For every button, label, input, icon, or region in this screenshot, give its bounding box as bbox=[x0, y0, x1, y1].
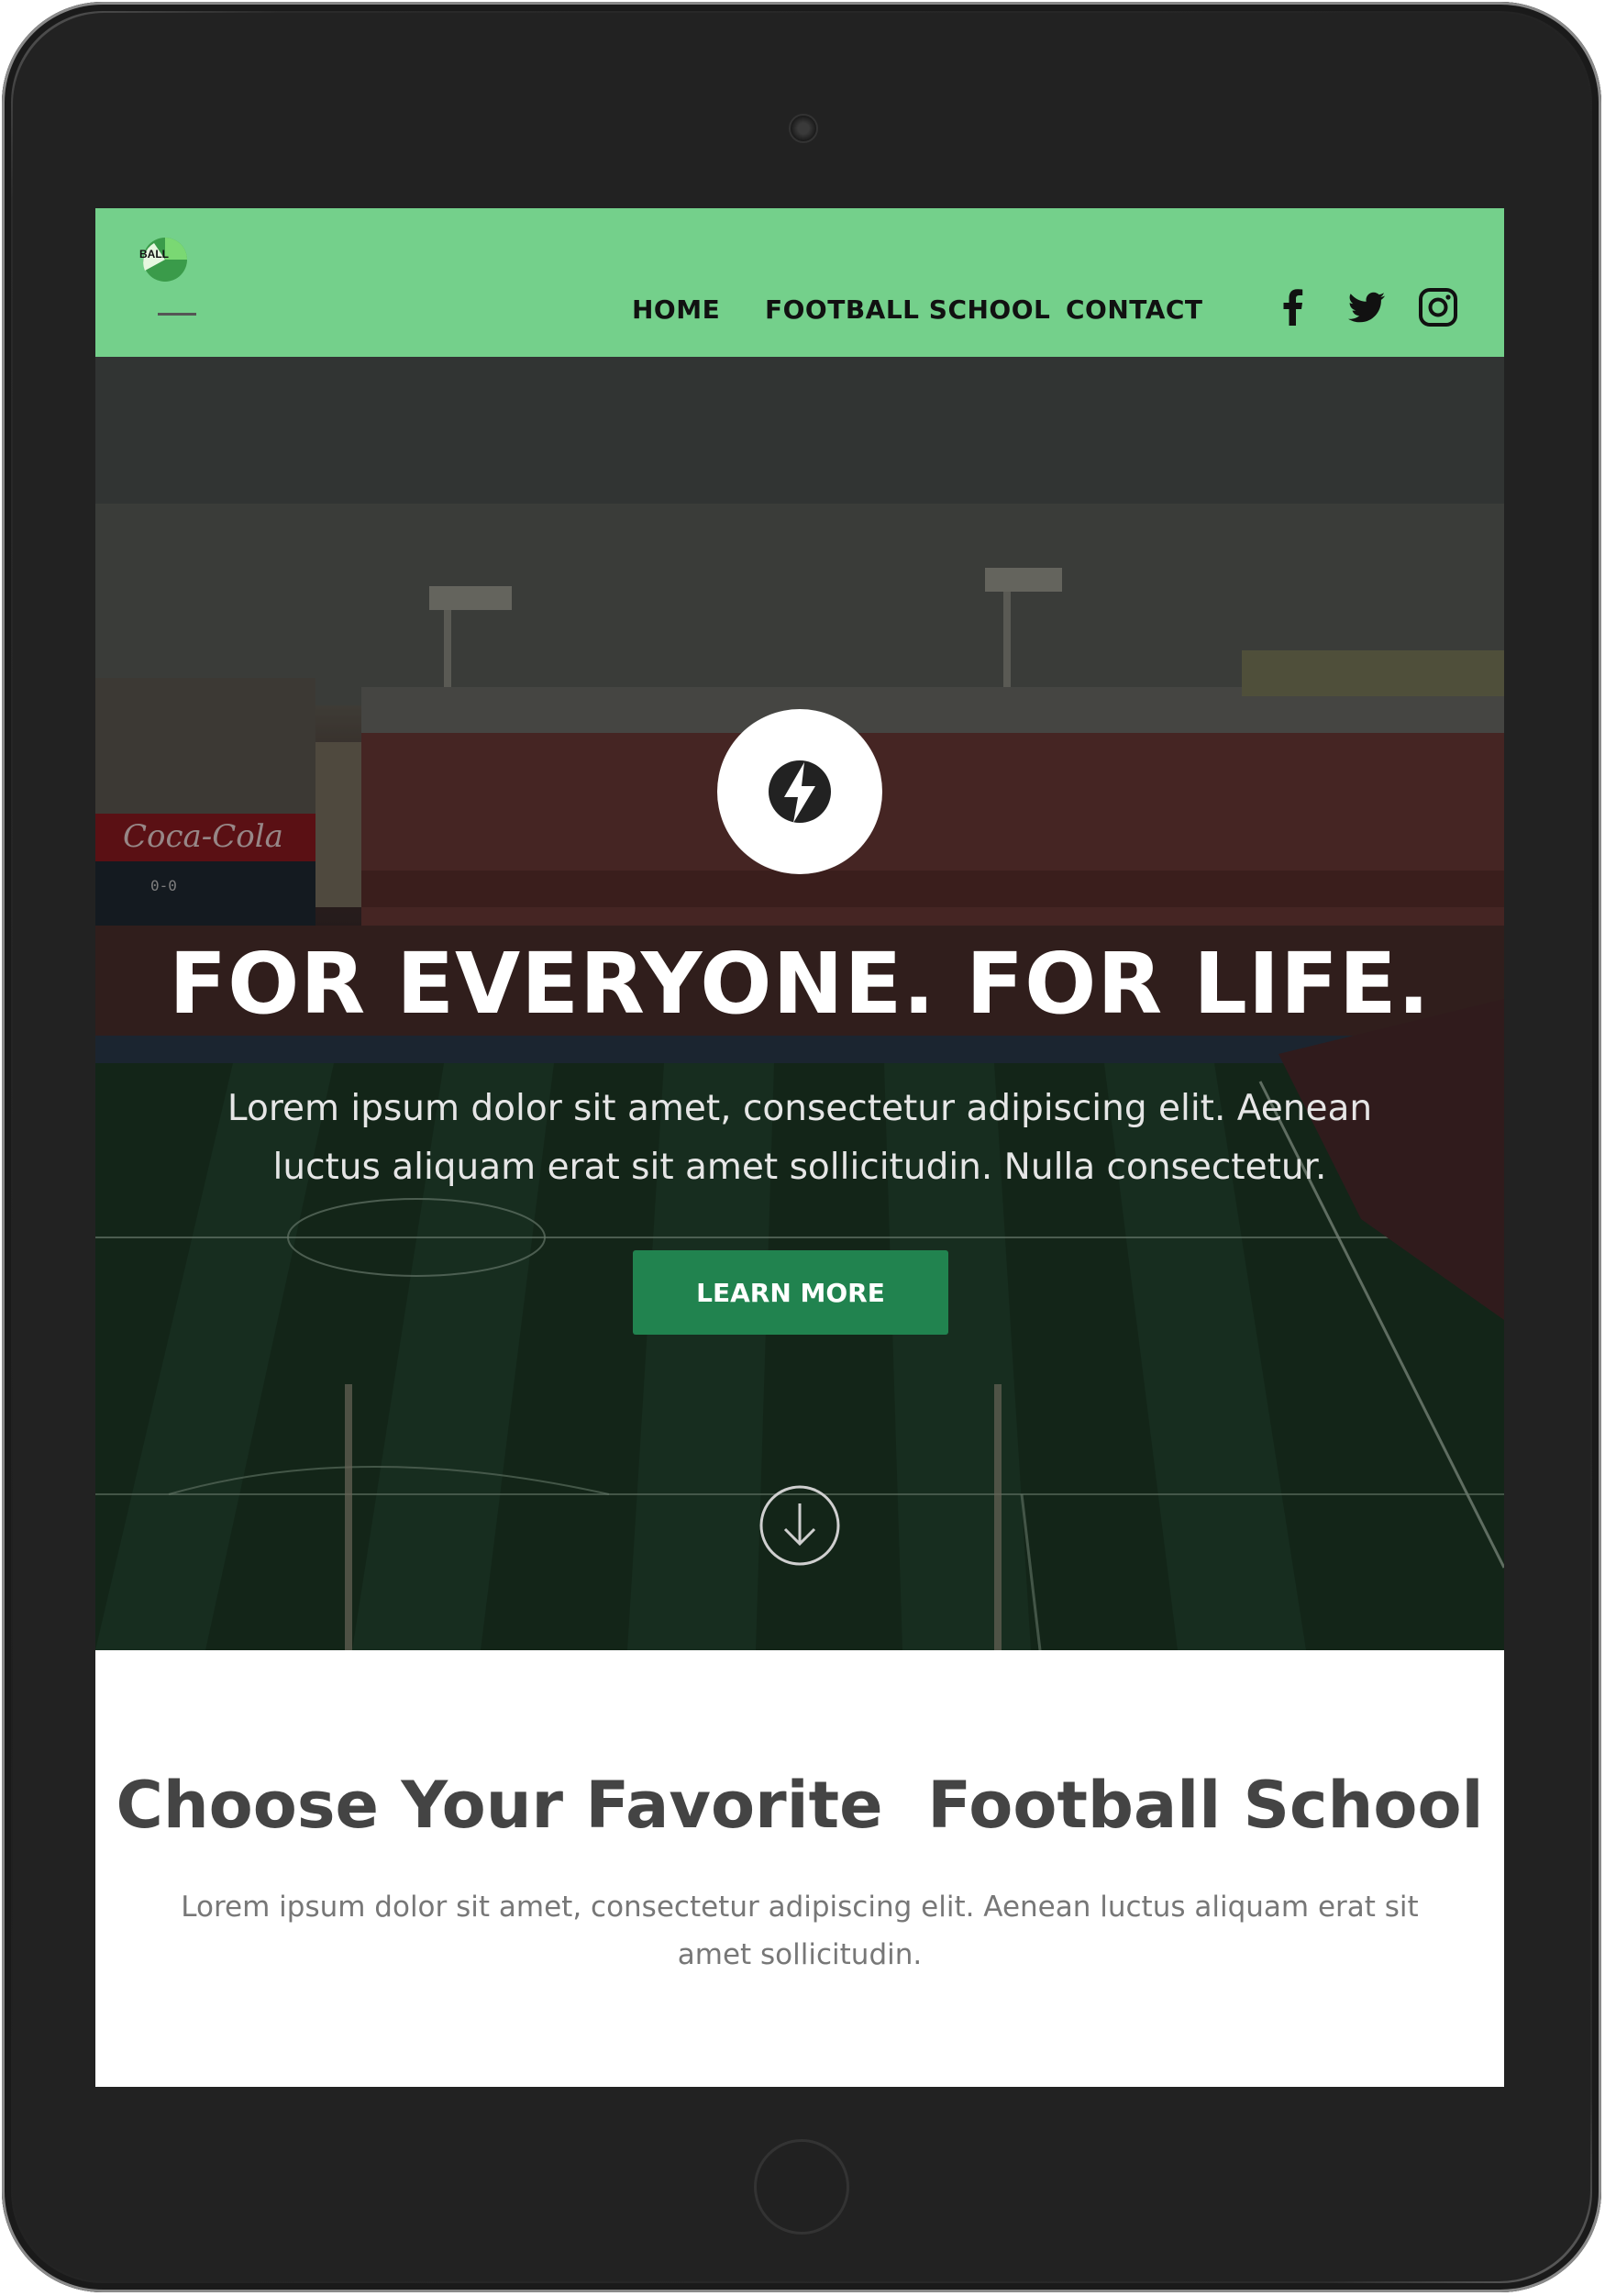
section-subtitle: Lorem ipsum dolor sit amet, consectetur … bbox=[181, 1891, 1419, 1971]
hero-section: Coca-Cola 0-0 FOR EVERYONE. FOR LIFE. Lo… bbox=[95, 357, 1504, 1650]
hero-title: FOR EVERYONE. FOR LIFE. bbox=[169, 935, 1431, 1033]
nav-home[interactable]: HOME bbox=[632, 294, 720, 325]
twitter-icon[interactable] bbox=[1345, 285, 1389, 329]
navbar: BALL HOME FOOTBALL SCHOOL CONTACT bbox=[95, 208, 1504, 357]
facebook-icon[interactable] bbox=[1271, 285, 1315, 329]
scroll-down-icon[interactable] bbox=[758, 1632, 842, 1650]
bolt-badge bbox=[717, 709, 882, 874]
camera-icon bbox=[789, 114, 818, 143]
nav-football-school[interactable]: FOOTBALL SCHOOL bbox=[765, 294, 1050, 325]
lightning-bolt-icon bbox=[769, 760, 831, 823]
screen: BALL HOME FOOTBALL SCHOOL CONTACT Coca-C… bbox=[95, 208, 1504, 2087]
home-button[interactable] bbox=[754, 2139, 849, 2235]
menu-toggle[interactable] bbox=[158, 313, 196, 316]
instagram-icon[interactable] bbox=[1416, 285, 1460, 329]
nav-contact[interactable]: CONTACT bbox=[1066, 294, 1203, 325]
section-title: Choose Your Favorite Football School bbox=[116, 1768, 1484, 1843]
learn-more-button[interactable]: LEARN MORE bbox=[633, 1250, 948, 1335]
hero-subtitle: Lorem ipsum dolor sit amet, consectetur … bbox=[227, 1088, 1373, 1188]
logo-text: BALL bbox=[139, 248, 169, 261]
arrow-down-circle-icon[interactable] bbox=[758, 1483, 842, 1568]
